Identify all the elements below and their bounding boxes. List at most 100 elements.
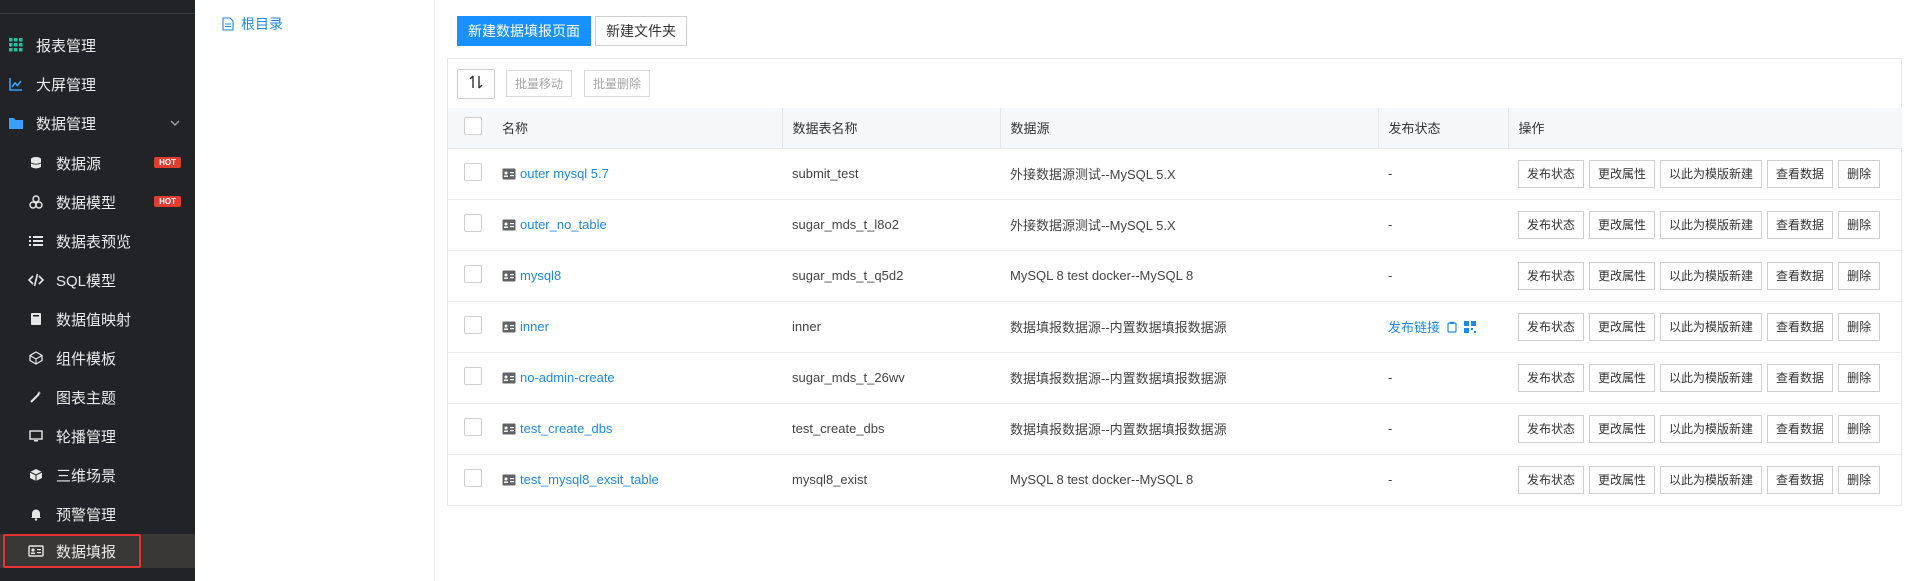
- row-checkbox[interactable]: [464, 316, 482, 334]
- row-name-link[interactable]: inner: [520, 319, 549, 334]
- row-operations: 发布状态 更改属性 以此为模版新建 查看数据 删除: [1508, 352, 1902, 404]
- name-wrapper: inner: [502, 319, 781, 334]
- table-header-row: 名称 数据表名称 数据源 发布状态 操作: [448, 108, 1902, 149]
- sidebar-item-value-mapping[interactable]: 数据值映射: [0, 301, 195, 337]
- delete-button[interactable]: 删除: [1838, 312, 1881, 341]
- sidebar-item-data-management[interactable]: 数据管理: [0, 105, 195, 141]
- row-name-link[interactable]: mysql8: [520, 268, 561, 283]
- edit-properties-button[interactable]: 更改属性: [1589, 261, 1656, 290]
- qrcode-icon[interactable]: [1464, 320, 1477, 333]
- row-checkbox[interactable]: [464, 214, 482, 232]
- sidebar-item-alert[interactable]: 预警管理: [0, 496, 195, 532]
- row-checkbox[interactable]: [464, 469, 482, 487]
- sidebar-item-carousel[interactable]: 轮播管理: [0, 418, 195, 454]
- row-name-link[interactable]: no-admin-create: [520, 370, 615, 385]
- new-from-template-button[interactable]: 以此为模版新建: [1660, 312, 1763, 341]
- sidebar-item-chart-theme[interactable]: 图表主题: [0, 379, 195, 415]
- sort-icon: [468, 74, 484, 95]
- sidebar-item-3d-scene[interactable]: 三维场景: [0, 457, 195, 493]
- tree-root-folder[interactable]: 根目录: [222, 14, 283, 34]
- new-from-template-button[interactable]: 以此为模版新建: [1660, 210, 1763, 239]
- box-3d-icon: [28, 467, 44, 483]
- view-data-button[interactable]: 查看数据: [1767, 414, 1834, 443]
- edit-properties-button[interactable]: 更改属性: [1589, 363, 1656, 392]
- sidebar-item-data-fill[interactable]: 数据填报: [0, 534, 195, 568]
- copy-icon[interactable]: [1446, 321, 1458, 333]
- form-card-icon: [502, 474, 516, 486]
- row-name-link[interactable]: test_mysql8_exsit_table: [520, 472, 659, 487]
- row-name-cell: test_create_dbs: [492, 403, 782, 455]
- sidebar-item-component-template[interactable]: 组件模板: [0, 340, 195, 376]
- publish-status-button[interactable]: 发布状态: [1518, 210, 1585, 239]
- delete-button[interactable]: 删除: [1838, 465, 1881, 494]
- view-data-button[interactable]: 查看数据: [1767, 159, 1834, 188]
- new-folder-button[interactable]: 新建文件夹: [595, 16, 687, 46]
- sidebar: 报表管理 大屏管理 数据管理 数据源 HOT 数据模型 HOT 数据表预览 SQ…: [0, 0, 195, 581]
- edit-properties-button[interactable]: 更改属性: [1589, 312, 1656, 341]
- id-card-icon: [28, 543, 44, 559]
- row-data-source: 数据填报数据源--内置数据填报数据源: [1000, 301, 1378, 353]
- row-name-cell: no-admin-create: [492, 352, 782, 404]
- publish-link-wrapper: 发布链接: [1388, 317, 1477, 336]
- form-card-icon: [502, 219, 516, 231]
- publish-link[interactable]: 发布链接: [1388, 317, 1440, 336]
- view-data-button[interactable]: 查看数据: [1767, 363, 1834, 392]
- edit-properties-button[interactable]: 更改属性: [1589, 210, 1656, 239]
- view-data-button[interactable]: 查看数据: [1767, 312, 1834, 341]
- batch-delete-button[interactable]: 批量删除: [584, 70, 651, 97]
- form-card-icon: [502, 321, 516, 333]
- sidebar-item-data-source[interactable]: 数据源 HOT: [0, 145, 195, 181]
- main-content: 新建数据填报页面 新建文件夹 批量移动 批量删除 名称 数据表名称 数据源 发布…: [436, 0, 1909, 581]
- new-from-template-button[interactable]: 以此为模版新建: [1660, 363, 1763, 392]
- sidebar-item-sql-model[interactable]: SQL模型: [0, 262, 195, 298]
- publish-status-button[interactable]: 发布状态: [1518, 312, 1585, 341]
- new-fill-page-button[interactable]: 新建数据填报页面: [457, 16, 591, 46]
- batch-move-button[interactable]: 批量移动: [506, 70, 573, 97]
- delete-button[interactable]: 删除: [1838, 363, 1881, 392]
- new-from-template-button[interactable]: 以此为模版新建: [1660, 414, 1763, 443]
- model-icon: [28, 194, 44, 210]
- sidebar-item-screen-management[interactable]: 大屏管理: [0, 66, 195, 102]
- row-name-link[interactable]: outer mysql 5.7: [520, 166, 609, 181]
- row-data-source: MySQL 8 test docker--MySQL 8: [1000, 250, 1378, 302]
- edit-properties-button[interactable]: 更改属性: [1589, 159, 1656, 188]
- row-name-link[interactable]: outer_no_table: [520, 217, 607, 232]
- new-from-template-button[interactable]: 以此为模版新建: [1660, 159, 1763, 188]
- row-checkbox[interactable]: [464, 418, 482, 436]
- table-row: test_mysql8_exsit_table mysql8_exist MySQL…: [448, 454, 1902, 506]
- new-from-template-button[interactable]: 以此为模版新建: [1660, 465, 1763, 494]
- row-name-link[interactable]: test_create_dbs: [520, 421, 613, 436]
- row-checkbox[interactable]: [464, 367, 482, 385]
- row-data-source: MySQL 8 test docker--MySQL 8: [1000, 454, 1378, 506]
- delete-button[interactable]: 删除: [1838, 210, 1881, 239]
- view-data-button[interactable]: 查看数据: [1767, 465, 1834, 494]
- publish-status-button[interactable]: 发布状态: [1518, 363, 1585, 392]
- view-data-button[interactable]: 查看数据: [1767, 261, 1834, 290]
- edit-properties-button[interactable]: 更改属性: [1589, 465, 1656, 494]
- row-checkbox-cell: [448, 454, 492, 506]
- row-operations: 发布状态 更改属性 以此为模版新建 查看数据 删除: [1508, 454, 1902, 506]
- row-table-name: mysql8_exist: [782, 454, 1000, 506]
- publish-status-button[interactable]: 发布状态: [1518, 465, 1585, 494]
- edit-properties-button[interactable]: 更改属性: [1589, 414, 1656, 443]
- delete-button[interactable]: 删除: [1838, 261, 1881, 290]
- view-data-button[interactable]: 查看数据: [1767, 210, 1834, 239]
- sidebar-item-data-model[interactable]: 数据模型 HOT: [0, 184, 195, 220]
- delete-button[interactable]: 删除: [1838, 159, 1881, 188]
- table-body: outer mysql 5.7 submit_test 外接数据源测试--MySQL…: [448, 148, 1902, 506]
- header-operations: 操作: [1507, 108, 1902, 149]
- publish-status-button[interactable]: 发布状态: [1518, 261, 1585, 290]
- sidebar-item-report-management[interactable]: 报表管理: [0, 27, 195, 63]
- new-from-template-button[interactable]: 以此为模版新建: [1660, 261, 1763, 290]
- row-checkbox[interactable]: [464, 163, 482, 181]
- select-all-checkbox[interactable]: [464, 117, 482, 136]
- delete-button[interactable]: 删除: [1838, 414, 1881, 443]
- row-checkbox[interactable]: [464, 265, 482, 283]
- publish-status-button[interactable]: 发布状态: [1518, 414, 1585, 443]
- wand-icon: [28, 389, 44, 405]
- sidebar-item-table-preview[interactable]: 数据表预览: [0, 223, 195, 259]
- form-card-icon: [502, 168, 516, 180]
- sort-button[interactable]: [457, 69, 495, 99]
- row-name-cell: outer mysql 5.7: [492, 148, 782, 200]
- publish-status-button[interactable]: 发布状态: [1518, 159, 1585, 188]
